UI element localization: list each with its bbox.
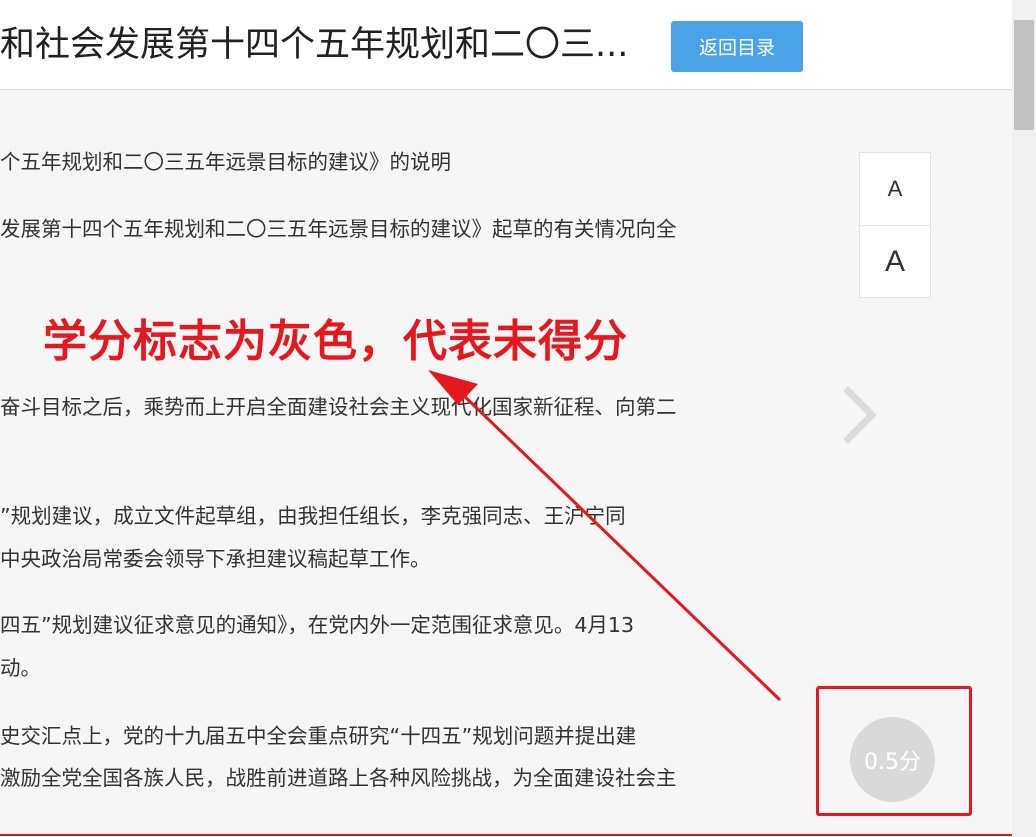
article-line: 动。 bbox=[0, 656, 41, 680]
bottom-divider bbox=[0, 834, 1012, 836]
article-line: 个五年规划和二〇三五年远景目标的建议》的说明 bbox=[0, 150, 451, 174]
article-line: 中央政治局常委会领导下承担建议稿起草工作。 bbox=[0, 547, 431, 571]
page-title: 和社会发展第十四个五年规划和二〇三... bbox=[0, 25, 629, 65]
score-badge: 0.5分 bbox=[850, 717, 935, 802]
article-line: ”规划建议，成立文件起草组，由我担任组长，李克强同志、王沪宁同 bbox=[0, 504, 626, 528]
article-line: 激励全党全国各族人民，战胜前进道路上各种风险挑战，为全面建设社会主 bbox=[0, 766, 677, 790]
chevron-right-icon bbox=[843, 386, 877, 444]
article-content: 个五年规划和二〇三五年远景目标的建议》的说明 发展第十四个五年规划和二〇三五年远… bbox=[0, 90, 840, 837]
annotation-text: 学分标志为灰色，代表未得分 bbox=[43, 316, 628, 367]
article-line: 史交汇点上，党的十九届五中全会重点研究“十四五”规划问题并提出建 bbox=[0, 724, 637, 748]
article-line: 四五”规划建议征求意见的通知》，在党内外一定范围征求意见。4月13 bbox=[0, 613, 634, 637]
header: 和社会发展第十四个五年规划和二〇三... 返回目录 bbox=[0, 0, 1012, 90]
back-to-catalog-button[interactable]: 返回目录 bbox=[671, 21, 803, 72]
font-decrease-button[interactable]: A bbox=[860, 153, 930, 226]
article-line: 发展第十四个五年规划和二〇三五年远景目标的建议》起草的有关情况向全 bbox=[0, 217, 677, 241]
scrollbar-thumb[interactable] bbox=[1014, 20, 1034, 130]
scrollbar[interactable] bbox=[1012, 0, 1036, 837]
font-increase-button[interactable]: A bbox=[860, 226, 930, 298]
article-line: 奋斗目标之后，乘势而上开启全面建设社会主义现代化国家新征程、向第二 bbox=[0, 395, 677, 419]
next-page-button[interactable] bbox=[838, 385, 882, 445]
font-size-panel: A A bbox=[859, 152, 931, 298]
